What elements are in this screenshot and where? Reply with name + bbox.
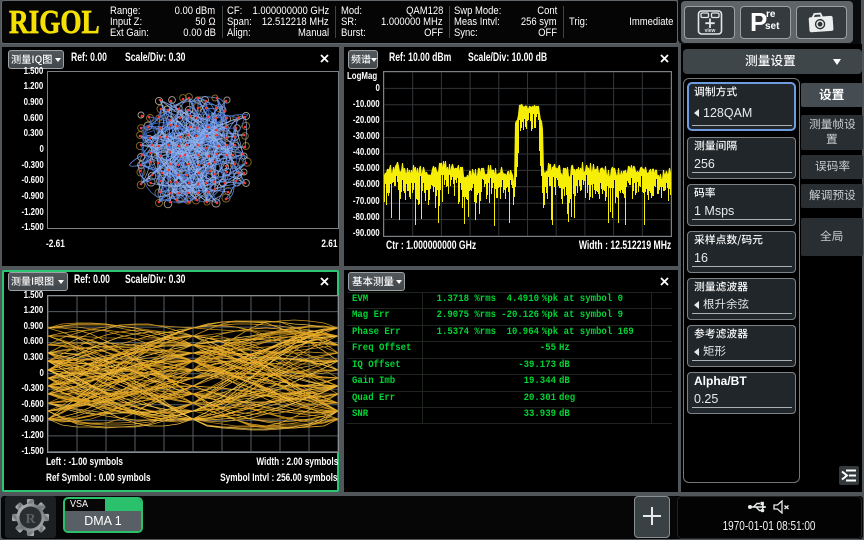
svg-text:view: view <box>705 28 716 34</box>
svg-text:R: R <box>25 512 36 527</box>
